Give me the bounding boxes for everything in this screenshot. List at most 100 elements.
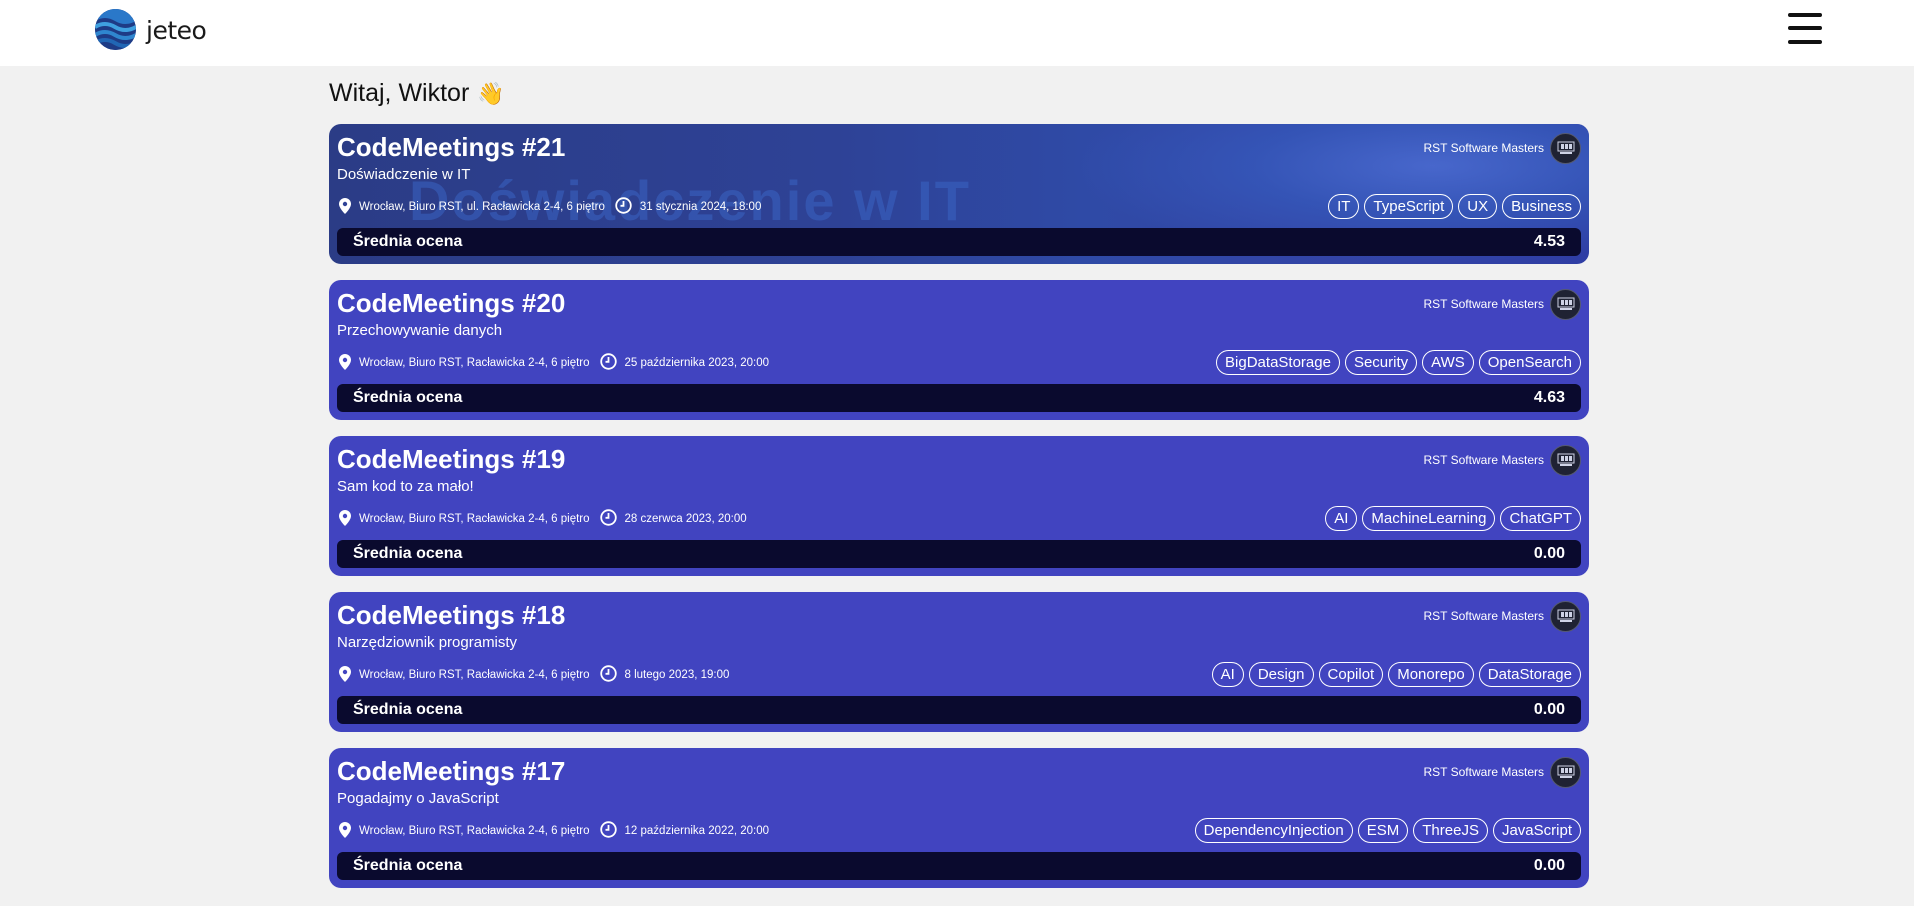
event-tag[interactable]: TypeScript — [1364, 194, 1454, 219]
event-tag[interactable]: Design — [1248, 662, 1314, 687]
event-tag[interactable]: AI — [1325, 506, 1358, 531]
event-title[interactable]: CodeMeetings #18 — [337, 600, 565, 631]
event-date: 8 lutego 2023, 19:00 — [624, 669, 730, 681]
jeteo-logo-icon[interactable] — [95, 9, 136, 50]
map-pin-icon — [339, 353, 351, 373]
event-location: Wrocław, Biuro RST, Racławicka 2-4, 6 pi… — [359, 513, 590, 525]
event-tag[interactable]: Copilot — [1318, 662, 1384, 687]
app-name[interactable]: jeteo — [146, 16, 207, 45]
greeting-text: Witaj, Wiktor — [329, 79, 470, 107]
rating-label: Średnia ocena — [353, 389, 463, 406]
event-tags: AI Design Copilot Monorepo DataStorage — [1211, 662, 1581, 687]
event-date: 12 października 2022, 20:00 — [624, 825, 770, 837]
waving-hand-icon: 👋 — [477, 81, 505, 106]
event-tag[interactable]: MachineLearning — [1362, 506, 1496, 531]
map-pin-icon — [339, 197, 351, 217]
rating-value: 4.63 — [1533, 389, 1565, 406]
event-card[interactable]: Doświadczenie w IT CodeMeetings #21 Dośw… — [329, 124, 1589, 264]
event-tag[interactable]: IT — [1328, 194, 1360, 219]
rating-label: Średnia ocena — [353, 545, 463, 562]
event-title[interactable]: CodeMeetings #19 — [337, 444, 565, 475]
event-title[interactable]: CodeMeetings #20 — [337, 288, 565, 319]
organizer-logo-icon — [1550, 288, 1581, 320]
event-card[interactable]: CodeMeetings #20 Przechowywanie danych R… — [329, 280, 1589, 420]
event-subtitle: Sam kod to za mało! — [337, 478, 474, 495]
event-date: 31 stycznia 2024, 18:00 — [639, 201, 762, 213]
greeting: Witaj, Wiktor 👋 — [329, 79, 505, 108]
rating-value: 0.00 — [1533, 857, 1565, 874]
event-tag[interactable]: DataStorage — [1478, 662, 1581, 687]
event-tags: DependencyInjection ESM ThreeJS JavaScri… — [1194, 818, 1581, 843]
event-tag[interactable]: AWS — [1422, 350, 1474, 375]
event-list: Doświadczenie w IT CodeMeetings #21 Dośw… — [329, 124, 1589, 904]
event-date: 25 października 2023, 20:00 — [624, 357, 770, 369]
rating-bar: Średnia ocena 4.63 — [337, 384, 1581, 412]
event-card[interactable]: CodeMeetings #18 Narzędziownik programis… — [329, 592, 1589, 732]
event-card[interactable]: CodeMeetings #19 Sam kod to za mało! RST… — [329, 436, 1589, 576]
organizer-name: RST Software Masters — [1423, 141, 1544, 155]
event-subtitle: Pogadajmy o JavaScript — [337, 790, 499, 807]
organizer-logo-icon — [1550, 444, 1581, 476]
clock-icon — [599, 353, 617, 373]
event-meta: Wrocław, Biuro RST, Racławicka 2-4, 6 pi… — [337, 820, 769, 842]
event-tag[interactable]: UX — [1458, 194, 1498, 219]
organizer-logo-icon — [1550, 600, 1581, 632]
event-title[interactable]: CodeMeetings #17 — [337, 756, 565, 787]
rating-value: 0.00 — [1533, 701, 1565, 718]
map-pin-icon — [339, 821, 351, 841]
organizer[interactable]: RST Software Masters — [1424, 756, 1581, 788]
event-title[interactable]: CodeMeetings #21 — [337, 132, 565, 163]
organizer-logo-icon — [1550, 132, 1581, 164]
organizer-name: RST Software Masters — [1423, 453, 1544, 467]
event-tag[interactable]: Security — [1344, 350, 1418, 375]
event-meta: Wrocław, Biuro RST, ul. Racławicka 2-4, … — [337, 196, 761, 218]
event-meta: Wrocław, Biuro RST, Racławicka 2-4, 6 pi… — [337, 664, 729, 686]
event-subtitle: Doświadczenie w IT — [337, 166, 471, 183]
event-card[interactable]: CodeMeetings #17 Pogadajmy o JavaScript … — [329, 748, 1589, 888]
event-date: 28 czerwca 2023, 20:00 — [624, 513, 747, 525]
organizer-logo-icon — [1550, 756, 1581, 788]
clock-icon — [615, 197, 632, 217]
event-tag[interactable]: AI — [1211, 662, 1244, 687]
top-bar: jeteo — [0, 0, 1914, 66]
event-tag[interactable]: BigDataStorage — [1216, 350, 1340, 375]
clock-icon — [599, 509, 617, 529]
clock-icon — [599, 821, 617, 841]
map-pin-icon — [339, 509, 351, 529]
rating-bar: Średnia ocena 0.00 — [337, 852, 1581, 880]
hamburger-menu-icon[interactable] — [1788, 12, 1822, 46]
organizer[interactable]: RST Software Masters — [1424, 288, 1581, 320]
organizer-name: RST Software Masters — [1423, 609, 1544, 623]
event-tags: AI MachineLearning ChatGPT — [1325, 506, 1581, 531]
rating-bar: Średnia ocena 0.00 — [337, 540, 1581, 568]
rating-label: Średnia ocena — [353, 857, 463, 874]
event-tag[interactable]: Business — [1502, 194, 1581, 219]
rating-label: Średnia ocena — [353, 701, 463, 718]
organizer[interactable]: RST Software Masters — [1424, 600, 1581, 632]
event-tag[interactable]: ThreeJS — [1413, 818, 1488, 843]
event-meta: Wrocław, Biuro RST, Racławicka 2-4, 6 pi… — [337, 352, 769, 374]
rating-bar: Średnia ocena 0.00 — [337, 696, 1581, 724]
event-tags: IT TypeScript UX Business — [1328, 194, 1581, 219]
event-tag[interactable]: JavaScript — [1492, 818, 1581, 843]
event-tag[interactable]: DependencyInjection — [1194, 818, 1353, 843]
organizer-name: RST Software Masters — [1423, 765, 1544, 779]
event-location: Wrocław, Biuro RST, ul. Racławicka 2-4, … — [359, 201, 605, 213]
event-location: Wrocław, Biuro RST, Racławicka 2-4, 6 pi… — [359, 669, 590, 681]
event-tag[interactable]: Monorepo — [1388, 662, 1474, 687]
event-location: Wrocław, Biuro RST, Racławicka 2-4, 6 pi… — [359, 357, 590, 369]
event-subtitle: Narzędziownik programisty — [337, 634, 518, 651]
event-location: Wrocław, Biuro RST, Racławicka 2-4, 6 pi… — [359, 825, 590, 837]
event-tags: BigDataStorage Security AWS OpenSearch — [1216, 350, 1581, 375]
map-pin-icon — [339, 665, 351, 685]
event-tag[interactable]: ChatGPT — [1500, 506, 1581, 531]
rating-value: 4.53 — [1533, 233, 1565, 250]
clock-icon — [599, 665, 617, 685]
organizer[interactable]: RST Software Masters — [1424, 132, 1581, 164]
rating-value: 0.00 — [1533, 545, 1565, 562]
organizer[interactable]: RST Software Masters — [1424, 444, 1581, 476]
event-tag[interactable]: OpenSearch — [1478, 350, 1581, 375]
rating-bar: Średnia ocena 4.53 — [337, 228, 1581, 256]
event-tag[interactable]: ESM — [1357, 818, 1409, 843]
rating-label: Średnia ocena — [353, 233, 463, 250]
